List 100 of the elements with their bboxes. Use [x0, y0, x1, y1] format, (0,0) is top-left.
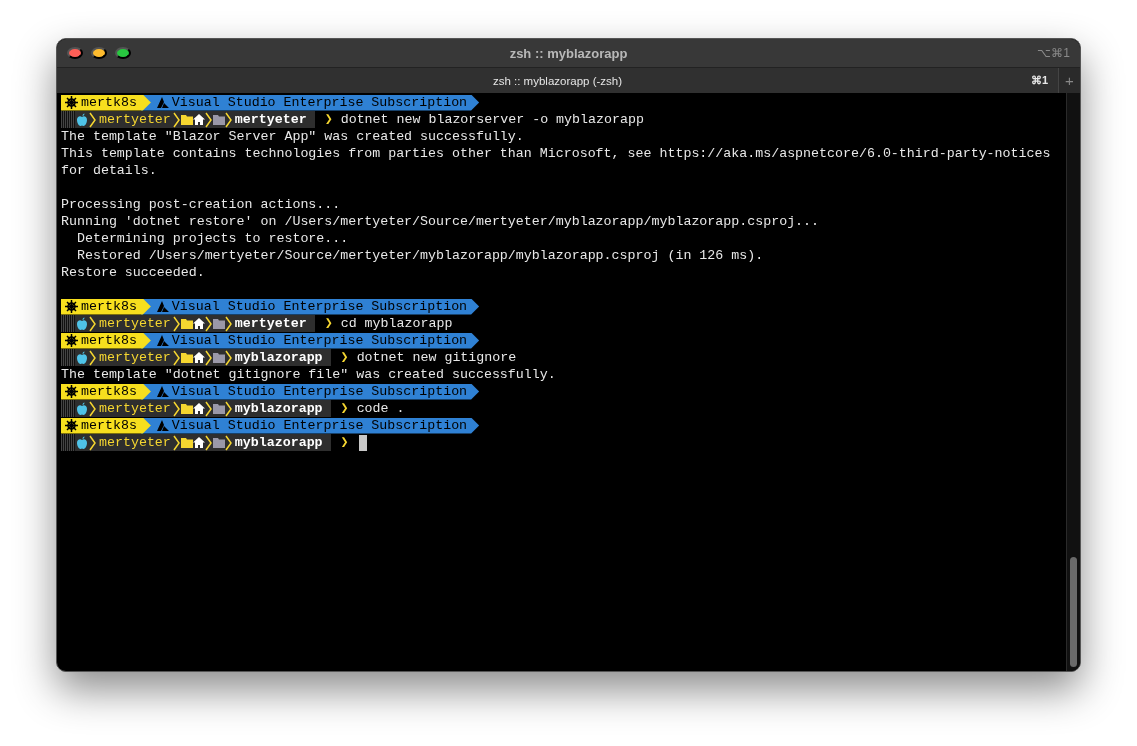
chevron-icon — [89, 434, 97, 451]
triangle-logo-icon — [156, 97, 169, 108]
directory-name: mertyeter — [234, 315, 307, 332]
output-text: Restore succeeded. — [61, 264, 205, 281]
triangle-logo-icon — [156, 301, 169, 312]
user-name: mertyeter — [99, 349, 171, 366]
folder-icon — [212, 403, 225, 414]
directory-name: myblazorapp — [234, 434, 323, 451]
helm-wheel-icon — [65, 334, 78, 347]
home-icon — [192, 318, 205, 329]
user-name: mertyeter — [99, 111, 171, 128]
output-text: The template "Blazor Server App" was created successfully. — [61, 128, 524, 145]
zoom-button[interactable] — [115, 47, 131, 59]
chevron-icon — [204, 315, 213, 332]
command-text: code . — [356, 400, 405, 417]
chevron-icon — [172, 434, 181, 451]
folder-icon — [212, 318, 225, 329]
apple-icon — [75, 316, 89, 331]
chevron-icon — [172, 349, 181, 366]
directory-name: myblazorapp — [234, 349, 323, 366]
subscription-name: Visual Studio Enterprise Subscription — [171, 417, 468, 434]
helm-wheel-icon — [65, 419, 78, 432]
output-text: Running 'dotnet restore' on /Users/mertyeter/Source/mertyeter/myblazorapp/myblazorapp.csproj... — [61, 213, 820, 230]
cluster-name: mertk8s — [81, 383, 137, 400]
directory-name: mertyeter — [234, 111, 307, 128]
subscription-name: Visual Studio Enterprise Subscription — [171, 332, 468, 349]
chevron-icon — [89, 349, 97, 366]
chevron-icon — [172, 315, 181, 332]
helm-wheel-icon — [65, 96, 78, 109]
folder-icon — [180, 403, 193, 414]
window-shortcut: ⌥⌘1 — [1037, 46, 1070, 60]
tab-shortcut: ⌘1 — [1030, 74, 1048, 87]
minimize-button[interactable] — [91, 47, 107, 59]
folder-icon — [180, 318, 193, 329]
chevron-icon — [172, 400, 181, 417]
home-icon — [192, 114, 205, 125]
scrollbar-thumb[interactable] — [1070, 557, 1077, 667]
helm-wheel-icon — [65, 300, 78, 313]
chevron-icon — [204, 111, 213, 128]
triangle-logo-icon — [156, 420, 169, 431]
terminal-tab[interactable]: zsh :: myblazorapp (-zsh) ⌘1 — [57, 68, 1058, 93]
chevron-icon — [224, 400, 233, 417]
user-name: mertyeter — [99, 434, 171, 451]
home-icon — [192, 352, 205, 363]
dither-pattern — [61, 315, 75, 332]
cluster-name: mertk8s — [81, 417, 137, 434]
prompt-symbol: ❯ — [324, 111, 333, 128]
prompt-symbol: ❯ — [340, 434, 349, 451]
output-text: Processing post-creation actions... — [61, 196, 341, 213]
apple-icon — [75, 112, 89, 127]
output-text: for details. — [61, 162, 157, 179]
chevron-icon — [204, 349, 213, 366]
home-icon — [192, 403, 205, 414]
subscription-name: Visual Studio Enterprise Subscription — [171, 383, 468, 400]
directory-name: myblazorapp — [234, 400, 323, 417]
close-button[interactable] — [67, 47, 83, 59]
chevron-icon — [89, 400, 97, 417]
folder-icon — [212, 114, 225, 125]
triangle-logo-icon — [156, 335, 169, 346]
folder-icon — [180, 437, 193, 448]
cluster-name: mertk8s — [81, 94, 137, 111]
folder-icon — [180, 352, 193, 363]
command-text: cd myblazorapp — [340, 315, 453, 332]
chevron-icon — [89, 315, 97, 332]
home-icon — [192, 437, 205, 448]
chevron-icon — [89, 111, 97, 128]
folder-icon — [212, 352, 225, 363]
folder-icon — [212, 437, 225, 448]
user-name: mertyeter — [99, 315, 171, 332]
prompt-symbol: ❯ — [324, 315, 333, 332]
chevron-icon — [224, 434, 233, 451]
chevron-icon — [224, 111, 233, 128]
output-text: This template contains technologies from parties other than Microsoft, see https://aka.ms/aspnetcore/6.0-third-party-notices — [61, 145, 1051, 162]
dither-pattern — [61, 400, 75, 417]
dither-pattern — [61, 111, 75, 128]
output-text: Determining projects to restore... — [75, 230, 349, 247]
user-name: mertyeter — [99, 400, 171, 417]
apple-icon — [75, 401, 89, 416]
cluster-name: mertk8s — [81, 332, 137, 349]
chevron-icon — [204, 400, 213, 417]
cluster-name: mertk8s — [81, 298, 137, 315]
output-text: Restored /Users/mertyeter/Source/mertyeter/myblazorapp/myblazorapp.csproj (in 126 ms). — [75, 247, 764, 264]
triangle-logo-icon — [156, 386, 169, 397]
chevron-icon — [224, 349, 233, 366]
folder-icon — [180, 114, 193, 125]
prompt-symbol: ❯ — [340, 349, 349, 366]
window-title: zsh :: myblazorapp — [509, 45, 628, 61]
scrollbar[interactable] — [1066, 93, 1080, 671]
dither-pattern — [61, 434, 75, 451]
subscription-name: Visual Studio Enterprise Subscription — [171, 298, 468, 315]
chevron-icon — [172, 111, 181, 128]
chevron-icon — [224, 315, 233, 332]
apple-icon — [75, 350, 89, 365]
command-text: dotnet new gitignore — [356, 349, 517, 366]
output-text: The template "dotnet gitignore file" was created successfully. — [61, 366, 556, 383]
subscription-name: Visual Studio Enterprise Subscription — [171, 94, 468, 111]
dither-pattern — [61, 349, 75, 366]
apple-icon — [75, 435, 89, 450]
chevron-icon — [204, 434, 213, 451]
command-text: dotnet new blazorserver -o myblazorapp — [340, 111, 644, 128]
